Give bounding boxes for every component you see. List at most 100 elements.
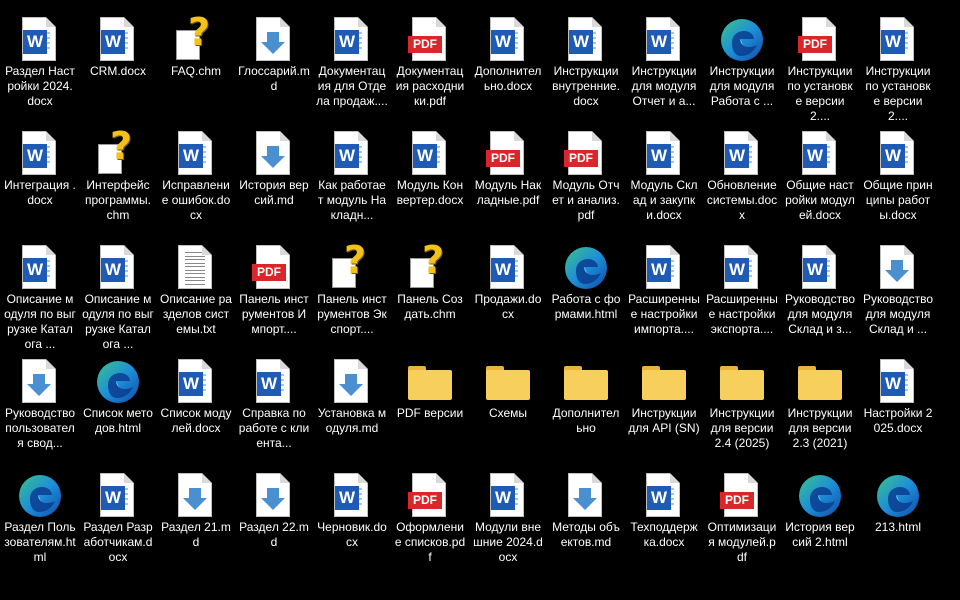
word-document-icon: W xyxy=(94,472,142,520)
desktop-item-label: Работа с формами.html xyxy=(551,292,621,321)
word-document-icon: W xyxy=(484,244,532,292)
word-document-icon: W xyxy=(484,472,532,520)
pdf-badge: PDF xyxy=(408,36,442,53)
desktop-item[interactable]: ? Панель Создать.chm xyxy=(391,234,469,348)
desktop-item-label: 213.html xyxy=(874,520,922,534)
markdown-file-icon xyxy=(328,358,376,406)
desktop-item[interactable]: W Черновик.docx xyxy=(313,462,391,576)
desktop-item[interactable]: W Расширенные настройки импорта.... xyxy=(625,234,703,348)
pdf-document-icon: PDF xyxy=(796,16,844,64)
desktop-item[interactable]: Схемы xyxy=(469,348,547,462)
desktop-item[interactable]: Руководство пользователя свод... xyxy=(1,348,79,462)
folder-icon xyxy=(406,358,454,406)
desktop-item[interactable]: Инструкции для версии 2.3 (2021) xyxy=(781,348,859,462)
desktop-item[interactable]: 213.html xyxy=(859,462,937,576)
question-mark: ? xyxy=(422,238,445,282)
desktop-item[interactable]: PDF Модуль Накладные.pdf xyxy=(469,120,547,234)
desktop: W Раздел Настройки 2024.docx W CRM.docx? FAQ… xyxy=(0,0,960,600)
question-mark: ? xyxy=(188,10,211,54)
desktop-item[interactable]: PDF Документация расходники.pdf xyxy=(391,6,469,120)
desktop-item[interactable]: W Руководство для модуля Склад и з... xyxy=(781,234,859,348)
desktop-item[interactable]: Список методов.html xyxy=(79,348,157,462)
desktop-item[interactable]: PDF версии xyxy=(391,348,469,462)
desktop-item-label: Описание разделов системы.txt xyxy=(160,292,232,336)
desktop-item[interactable]: Глоссарий.md xyxy=(235,6,313,120)
desktop-item-label: Инструкции для модуля Работа с ... xyxy=(709,64,775,108)
desktop-item[interactable]: W Модуль Конвертер.docx xyxy=(391,120,469,234)
word-badge: W xyxy=(725,258,749,282)
desktop-item[interactable]: Установка модуля.md xyxy=(313,348,391,462)
pdf-badge: PDF xyxy=(798,36,832,53)
desktop-item[interactable]: W Обновление системы.docx xyxy=(703,120,781,234)
desktop-item[interactable]: W Общие принципы работы.docx xyxy=(859,120,937,234)
desktop-item-label: История версий.md xyxy=(239,178,309,207)
desktop-item[interactable]: W Модули внешние 2024.docx xyxy=(469,462,547,576)
desktop-item[interactable]: PDF Панель инструментов Импорт.... xyxy=(235,234,313,348)
desktop-item[interactable]: PDF Инструкции по установке версии 2.... xyxy=(781,6,859,123)
word-badge: W xyxy=(23,30,47,54)
desktop-item-label: Руководство пользователя свод... xyxy=(4,406,76,450)
markdown-file-icon xyxy=(250,16,298,64)
desktop-item[interactable]: Раздел Пользователям.html xyxy=(1,462,79,576)
desktop-item[interactable]: W Список модулей.docx xyxy=(157,348,235,462)
pdf-document-icon: PDF xyxy=(406,16,454,64)
desktop-item[interactable]: История версий.md xyxy=(235,120,313,234)
word-document-icon: W xyxy=(328,16,376,64)
desktop-item[interactable]: W Описание модуля по выгрузке Каталога ..… xyxy=(79,234,157,351)
desktop-item-label: Список методов.html xyxy=(83,406,153,435)
desktop-item[interactable]: W Инструкции внутренние.docx xyxy=(547,6,625,120)
desktop-item[interactable]: W Общие настройки модулей.docx xyxy=(781,120,859,234)
word-badge: W xyxy=(335,486,359,510)
desktop-item[interactable]: W Исправление ошибок.docx xyxy=(157,120,235,234)
desktop-item[interactable]: Описание разделов системы.txt xyxy=(157,234,235,348)
desktop-item[interactable]: PDF Оформление списков.pdf xyxy=(391,462,469,576)
desktop-item[interactable]: W Как работает модуль Накладн... xyxy=(313,120,391,234)
desktop-item-label: Раздел Пользователям.html xyxy=(4,520,76,564)
desktop-item[interactable]: Руководство для модуля Склад и ... xyxy=(859,234,937,348)
pdf-document-icon: PDF xyxy=(406,472,454,520)
desktop-item[interactable]: W Документация для Отдела продаж.... xyxy=(313,6,391,120)
desktop-item-label: Модуль Склад и закупки.docx xyxy=(630,178,698,222)
desktop-item[interactable]: Раздел 21.md xyxy=(157,462,235,576)
desktop-item[interactable]: W Техподдержка.docx xyxy=(625,462,703,576)
desktop-item[interactable]: W Модуль Склад и закупки.docx xyxy=(625,120,703,234)
desktop-item[interactable]: W Раздел Настройки 2024.docx xyxy=(1,6,79,120)
desktop-item[interactable]: W Описание модуля по выгрузке Каталога ..… xyxy=(1,234,79,351)
desktop-item[interactable]: Методы объектов.md xyxy=(547,462,625,576)
desktop-item-label: Инструкции для API (SN) xyxy=(628,406,700,435)
desktop-item[interactable]: Инструкции для API (SN) xyxy=(625,348,703,462)
desktop-item[interactable]: W CRM.docx xyxy=(79,6,157,120)
desktop-item[interactable]: W Инструкции по установке версии 2.... xyxy=(859,6,937,123)
word-document-icon: W xyxy=(640,244,688,292)
desktop-item[interactable]: Инструкции для модуля Работа с ... xyxy=(703,6,781,120)
desktop-item[interactable]: W Справка по работе с клиента... xyxy=(235,348,313,462)
pdf-badge: PDF xyxy=(564,150,598,167)
desktop-item-label: Панель инструментов Импорт.... xyxy=(239,292,309,336)
desktop-item-label: Модули внешние 2024.docx xyxy=(473,520,543,564)
desktop-item[interactable]: Дополнительно xyxy=(547,348,625,462)
desktop-item[interactable]: Работа с формами.html xyxy=(547,234,625,348)
desktop-item[interactable]: Раздел 22.md xyxy=(235,462,313,576)
desktop-item[interactable]: Инструкции для версии 2.4 (2025) xyxy=(703,348,781,462)
desktop-item[interactable]: W Инструкции для модуля Отчет и а... xyxy=(625,6,703,120)
desktop-item[interactable]: PDF Оптимизация модулей.pdf xyxy=(703,462,781,576)
folder-icon xyxy=(640,358,688,406)
pdf-badge: PDF xyxy=(720,492,754,509)
desktop-item[interactable]: ? Панель инструментов Экспорт.... xyxy=(313,234,391,348)
desktop-item[interactable]: W Интеграция .docx xyxy=(1,120,79,234)
desktop-item[interactable]: W Расширенные настройки экспорта.... xyxy=(703,234,781,348)
desktop-item-label: Установка модуля.md xyxy=(317,406,387,435)
word-badge: W xyxy=(335,144,359,168)
desktop-item[interactable]: W Настройки 2025.docx xyxy=(859,348,937,462)
desktop-item[interactable]: ? Интерфейс программы.chm xyxy=(79,120,157,234)
desktop-item[interactable]: PDF Модуль Отчет и анализ.pdf xyxy=(547,120,625,234)
desktop-item[interactable]: W Раздел Разработчикам.docx xyxy=(79,462,157,576)
desktop-item[interactable]: ? FAQ.chm xyxy=(157,6,235,120)
desktop-item[interactable]: W Продажи.docx xyxy=(469,234,547,348)
desktop-item[interactable]: W Дополнительно.docx xyxy=(469,6,547,120)
desktop-item[interactable]: История версий 2.html xyxy=(781,462,859,576)
pdf-badge: PDF xyxy=(408,492,442,509)
desktop-item-label: Методы объектов.md xyxy=(552,520,620,549)
word-document-icon: W xyxy=(640,130,688,178)
word-document-icon: W xyxy=(328,130,376,178)
